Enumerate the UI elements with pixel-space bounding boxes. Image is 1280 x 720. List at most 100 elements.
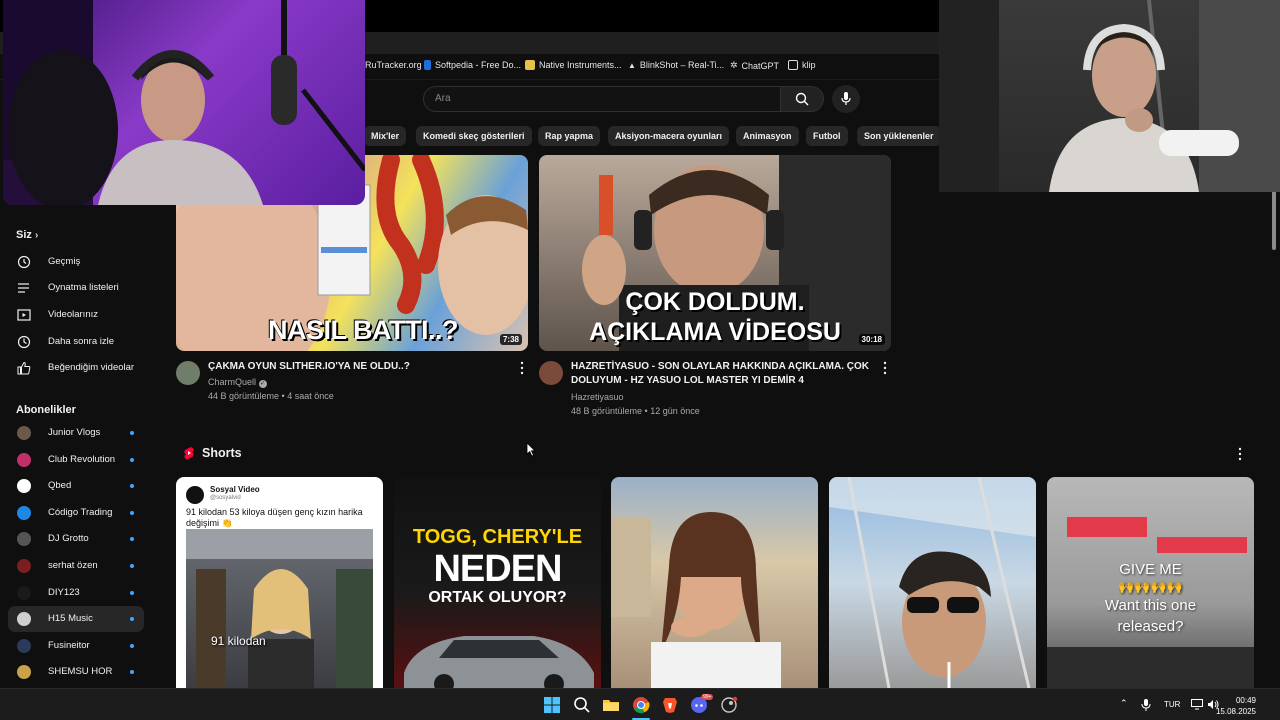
bookmark-rutracker[interactable]: RuTracker.org [365, 60, 422, 70]
short-photo: 91 kilodan [186, 529, 373, 688]
chip-football[interactable]: Futbol [806, 126, 848, 146]
system-clock[interactable]: 00:49 15.08.2025 [1216, 695, 1256, 717]
new-content-dot [130, 617, 134, 622]
screen: RuTracker.org Softpedia - Free Do... Nat… [0, 0, 1280, 720]
bookmark-klip[interactable]: klip [788, 60, 816, 70]
input-language[interactable]: TUR [1164, 700, 1180, 709]
chip-animation[interactable]: Animasyon [736, 126, 799, 146]
short-account-avatar [186, 486, 204, 504]
chip-action-adventure[interactable]: Aksiyon-macera oyunları [608, 126, 730, 146]
sidebar-item-label: Código Trading [48, 506, 113, 518]
channel-name[interactable]: CharmQuell ✓ [208, 375, 267, 389]
sidebar-item-subscription[interactable]: Club Revolution [8, 447, 144, 473]
new-content-dot [130, 643, 134, 648]
sidebar-item-subscription[interactable]: DIY123 [8, 580, 144, 606]
like-icon [17, 361, 31, 375]
sidebar-item-watch-later[interactable]: Daha sonra izle [8, 329, 144, 355]
bookmark-native-instruments[interactable]: Native Instruments... [525, 60, 622, 70]
short-overlay-text: TOGG, CHERY'LE NEDEN ORTAK OLUYOR? [412, 526, 583, 606]
new-content-dot [130, 510, 134, 515]
channel-avatar[interactable] [176, 361, 200, 385]
new-content-dot [130, 670, 134, 675]
tray-chevron-up-icon[interactable]: ⌃ [1120, 698, 1128, 709]
more-vert-icon[interactable] [880, 361, 890, 375]
your-videos-icon [17, 309, 31, 321]
sidebar-item-playlists[interactable]: Oynatma listeleri [8, 275, 144, 301]
video-title[interactable]: ÇAKMA OYUN SLITHER.IO'YA NE OLDU..? [208, 360, 508, 374]
folder-icon [788, 60, 798, 70]
sidebar-item-label: SHEMSU HOR [48, 666, 113, 678]
short-photo-art [829, 477, 1036, 688]
history-icon [17, 255, 31, 269]
bookmark-chatgpt[interactable]: ✲ ChatGPT [730, 60, 779, 71]
sidebar-item-liked-videos[interactable]: Beğendiğim videolar [8, 355, 144, 381]
file-explorer-icon[interactable] [602, 696, 620, 714]
notification-badge: 99+ [701, 694, 714, 700]
channel-avatar [17, 585, 31, 600]
sidebar-item-subscription[interactable]: Fusineitor [8, 633, 144, 659]
sidebar-item-history[interactable]: Geçmiş [8, 249, 144, 275]
sidebar-item-label: DIY123 [48, 586, 80, 598]
more-vert-icon[interactable] [1235, 447, 1245, 461]
sidebar-item-subscription[interactable]: DJ Grotto [8, 526, 144, 552]
video-duration: 30:18 [858, 334, 885, 345]
chevron-right-icon: › [34, 230, 39, 241]
bookmark-softpedia[interactable]: Softpedia - Free Do... [424, 60, 521, 70]
short-card[interactable]: TOGG, CHERY'LE NEDEN ORTAK OLUYOR? [394, 477, 601, 688]
webcam-feed-art [939, 0, 1280, 192]
bookmark-blinkshot[interactable]: ▲ BlinkShot – Real-Ti... [628, 60, 724, 70]
voice-search-button[interactable] [832, 85, 860, 113]
brave-icon[interactable] [661, 696, 679, 714]
windows-taskbar: 99+ ⌃ TUR 00:49 15.08.2025 [0, 688, 1280, 720]
playlist-icon [18, 283, 29, 293]
steam-icon[interactable] [720, 696, 738, 714]
short-card[interactable]: Sosyal Video @sosyalvid 91 kilodan 53 ki… [176, 477, 383, 688]
network-icon[interactable] [1191, 699, 1203, 710]
chip-rap[interactable]: Rap yapma [538, 126, 601, 146]
page-scrollbar[interactable] [1272, 190, 1276, 250]
search-icon[interactable] [573, 696, 591, 714]
video-title[interactable]: HAZRETİYASUO - SON OLAYLAR HAKKINDA AÇIK… [571, 360, 876, 388]
channel-avatar [17, 638, 31, 653]
chrome-icon[interactable] [632, 696, 650, 714]
new-content-dot [130, 590, 134, 595]
sidebar-item-label: Qbed [48, 480, 72, 492]
sidebar-item-subscription[interactable]: Código Trading [8, 500, 144, 526]
sidebar-item-subscription[interactable]: Junior Vlogs [8, 420, 144, 446]
short-card[interactable] [829, 477, 1036, 688]
channel-avatar [17, 612, 31, 627]
watch-later-icon [17, 335, 31, 349]
new-content-dot [130, 457, 134, 462]
search-input[interactable]: Ara [423, 86, 781, 112]
sidebar-item-subscription[interactable]: SHEMSU HOR [8, 659, 144, 685]
new-content-dot [130, 564, 134, 568]
windows-start-icon[interactable] [543, 696, 561, 714]
video-thumbnail[interactable]: ÇOK DOLDUM. AÇIKLAMA VİDEOSU 30:18 [539, 155, 891, 351]
short-card[interactable] [611, 477, 818, 688]
more-vert-icon[interactable] [517, 361, 527, 375]
chip-mixes[interactable]: Mix'ler [364, 126, 407, 146]
short-photo-art [611, 512, 781, 688]
new-content-dot [130, 537, 134, 542]
channel-name[interactable]: Hazretiyasuo [571, 390, 624, 404]
car-art [404, 636, 594, 688]
chip-comedy[interactable]: Komedi skeç gösterileri [416, 126, 532, 146]
search-icon [795, 92, 809, 106]
channel-avatar [17, 479, 31, 494]
channel-avatar [17, 559, 31, 573]
short-card[interactable]: GIVE ME 🙌🙌🙌🙌 Want this one released? [1047, 477, 1254, 688]
microphone-icon[interactable] [1141, 699, 1151, 711]
chip-recently-uploaded[interactable]: Son yüklenenler [857, 126, 941, 146]
sidebar-item-your-videos[interactable]: Videolarınız [8, 302, 144, 328]
short-account-name: Sosyal Video [210, 485, 260, 494]
sidebar-item-subscription[interactable]: H15 Music [8, 606, 144, 633]
channel-avatar[interactable] [539, 361, 563, 385]
sidebar-item-label: Club Revolution [48, 453, 116, 465]
sidebar-item-label: Junior Vlogs [48, 427, 101, 438]
sidebar-item-subscription[interactable]: serhat özen [8, 553, 144, 579]
sidebar-you-header[interactable]: Siz › [16, 229, 38, 241]
new-content-dot [130, 484, 134, 489]
short-overlay-text: GIVE ME 🙌🙌🙌🙌 Want this one released? [1104, 561, 1197, 635]
sidebar-item-subscription[interactable]: Qbed [8, 473, 144, 499]
search-button[interactable] [780, 86, 824, 112]
